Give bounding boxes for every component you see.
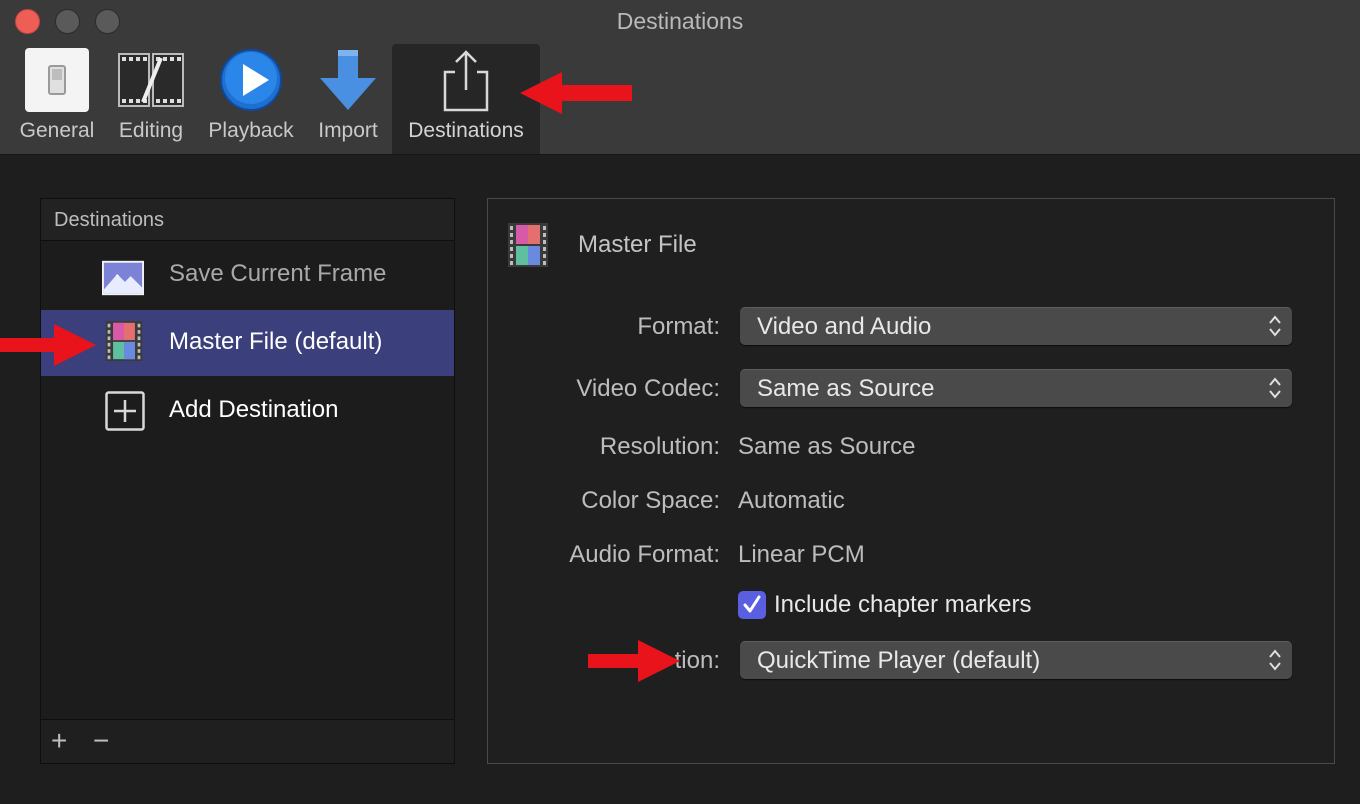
window-title: Destinations — [616, 8, 744, 34]
color-space-label: Color Space: — [581, 487, 720, 514]
remove-destination-button[interactable]: − — [93, 726, 109, 756]
open-with-label: tion: — [674, 647, 720, 674]
list-item-label: Add Destination — [169, 396, 339, 423]
toolbar-import[interactable]: Import — [308, 44, 388, 154]
video-codec-value: Same as Source — [757, 375, 935, 402]
resolution-value: Same as Source — [738, 433, 916, 460]
toolbar-playback-label: Playback — [208, 119, 294, 142]
chevron-updown-icon — [1269, 649, 1281, 671]
title-bar: Destinations General Editing Playback Im… — [0, 0, 1360, 155]
annotation-arrow-icon — [588, 640, 680, 682]
share-icon — [443, 50, 489, 112]
down-arrow-icon — [320, 50, 376, 110]
toolbar-destinations[interactable]: Destinations — [392, 44, 540, 154]
film-frame-icon — [105, 321, 143, 361]
toolbar-general[interactable]: General — [12, 44, 102, 154]
chapter-markers-checkbox[interactable] — [738, 591, 766, 619]
resolution-label: Resolution: — [599, 433, 720, 460]
list-item-add-destination[interactable]: Add Destination — [41, 378, 454, 444]
toolbar-general-label: General — [19, 119, 95, 142]
film-frame-icon — [508, 223, 548, 267]
format-value: Video and Audio — [757, 313, 932, 340]
destination-title: Master File — [578, 231, 697, 258]
audio-format-value: Linear PCM — [738, 541, 865, 568]
list-item-save-current-frame[interactable]: Save Current Frame — [41, 242, 454, 308]
chevron-updown-icon — [1269, 315, 1281, 337]
video-codec-label: Video Codec: — [576, 375, 720, 402]
toolbar-editing[interactable]: Editing — [108, 44, 194, 154]
toolbar-import-label: Import — [318, 119, 378, 142]
open-with-popup[interactable]: QuickTime Player (default) — [740, 641, 1292, 679]
add-destination-button[interactable]: + — [51, 726, 67, 756]
play-circle-icon — [220, 49, 282, 111]
chevron-updown-icon — [1269, 377, 1281, 399]
video-codec-popup[interactable]: Same as Source — [740, 369, 1292, 407]
chapter-markers-label: Include chapter markers — [774, 591, 1032, 618]
open-with-value: QuickTime Player (default) — [757, 647, 1041, 674]
list-item-master-file[interactable]: Master File (default) — [41, 310, 454, 376]
annotation-arrow-icon — [520, 72, 632, 114]
annotation-arrow-icon — [0, 324, 96, 366]
list-item-label: Master File (default) — [169, 328, 383, 355]
destinations-list-header: Destinations — [41, 199, 454, 241]
toolbar-playback[interactable]: Playback — [200, 44, 302, 154]
format-label: Format: — [637, 313, 720, 340]
light-switch-icon — [25, 48, 89, 112]
toolbar-editing-label: Editing — [118, 119, 184, 142]
film-strip-icon — [118, 53, 184, 107]
audio-format-label: Audio Format: — [569, 541, 720, 568]
format-popup[interactable]: Video and Audio — [740, 307, 1292, 345]
landscape-image-icon — [102, 260, 144, 296]
list-footer: + − — [41, 719, 454, 763]
plus-square-icon — [105, 391, 145, 431]
checkmark-icon — [743, 595, 761, 613]
toolbar-destinations-label: Destinations — [408, 119, 524, 142]
destinations-list: Destinations Save Current Frame Master F… — [40, 198, 455, 764]
color-space-value: Automatic — [738, 487, 845, 514]
list-item-label: Save Current Frame — [169, 260, 387, 287]
